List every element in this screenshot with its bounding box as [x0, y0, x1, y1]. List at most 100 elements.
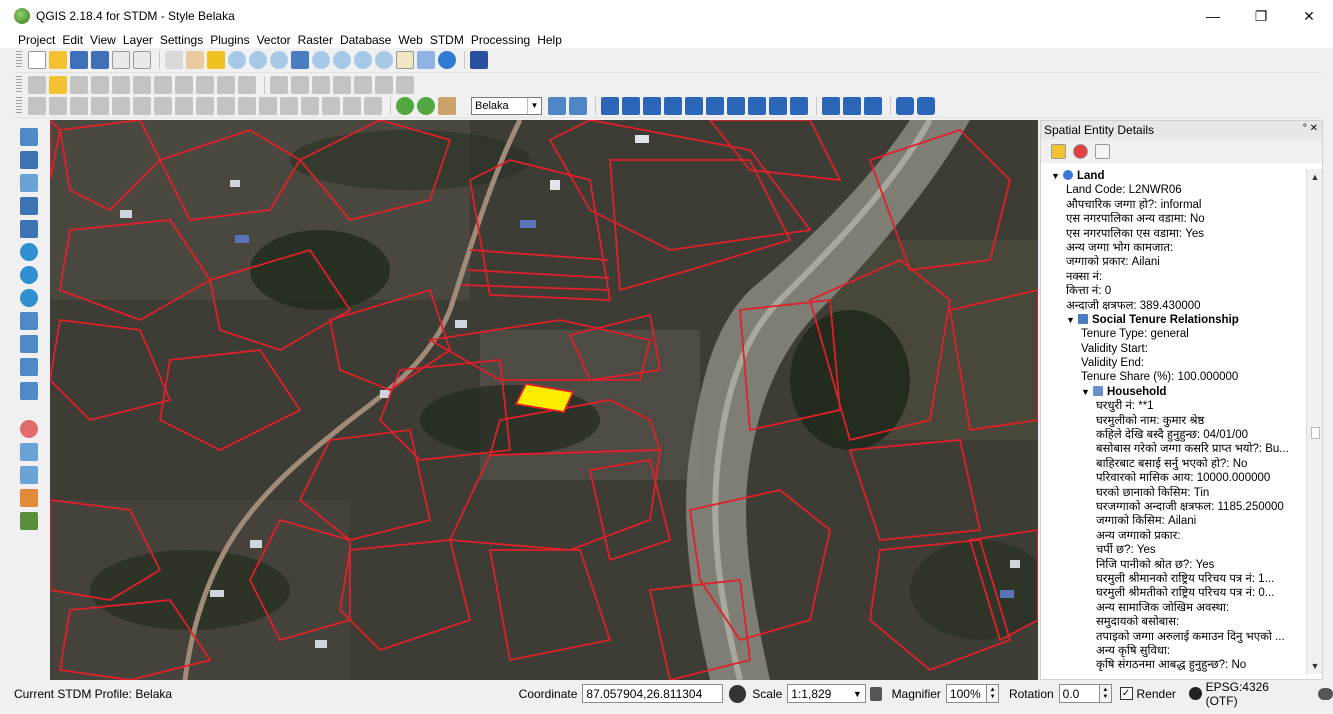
about-stdm-icon[interactable]	[917, 96, 935, 115]
menu-processing[interactable]: Processing	[471, 33, 530, 47]
menu-stdm[interactable]: STDM	[430, 33, 464, 47]
tree-attribute-row[interactable]: औपचारिक जग्गा हो?: informal	[1041, 198, 1307, 212]
maximize-button[interactable]: ❐	[1237, 0, 1285, 32]
document-generator-icon[interactable]	[769, 96, 787, 115]
configuration-wizard-icon[interactable]	[548, 96, 566, 115]
edit-pencil-icon[interactable]	[1051, 143, 1066, 159]
tree-attribute-row[interactable]: Validity Start:	[1041, 342, 1307, 356]
tree-node-household[interactable]: ▼ Household	[1041, 385, 1307, 399]
add-mssql-layer-icon[interactable]	[20, 220, 38, 238]
delete-part-icon[interactable]	[217, 96, 235, 115]
tree-attribute-row[interactable]: घरमुलीको नाम: कुमार श्रेष्ठ	[1041, 414, 1307, 428]
save-project-icon[interactable]	[70, 51, 88, 69]
tree-attribute-row[interactable]: Tenure Share (%): 100.000000	[1041, 370, 1307, 384]
menu-web[interactable]: Web	[398, 33, 422, 47]
tree-attribute-row[interactable]: Validity End:	[1041, 356, 1307, 370]
add-ring-icon[interactable]	[133, 96, 151, 115]
export-data-icon[interactable]	[727, 96, 745, 115]
globe-crs-icon[interactable]	[1188, 687, 1202, 700]
expand-arrow-icon[interactable]: ▼	[1066, 313, 1078, 327]
tree-attribute-row[interactable]: एस नगरपालिका अन्य वडामा: No	[1041, 212, 1307, 226]
tree-attribute-row[interactable]: नक्सा नं:	[1041, 270, 1307, 284]
rotate-feature-icon[interactable]	[49, 96, 67, 115]
scale-combo[interactable]: 1:1,829 ▼	[787, 684, 866, 703]
merge-attributes-icon[interactable]	[343, 96, 361, 115]
move-label-icon[interactable]	[354, 76, 372, 94]
menu-layer[interactable]: Layer	[123, 33, 153, 47]
offset-point-symbols-icon[interactable]	[291, 76, 309, 94]
tree-attribute-row[interactable]: घरको छानाको किसिम: Tin	[1041, 486, 1307, 500]
rotation-field[interactable]: 0.0	[1058, 684, 1100, 703]
redo-icon[interactable]	[91, 96, 109, 115]
add-circular-string-icon[interactable]	[112, 76, 130, 94]
add-raster-layer-icon[interactable]	[20, 151, 38, 169]
touch-zoom-icon[interactable]	[165, 51, 183, 69]
stdm-help-icon[interactable]	[896, 96, 914, 115]
new-spatialite-layer-icon[interactable]	[20, 382, 38, 400]
tree-attribute-row[interactable]: परिवारको मासिक आय: 10000.000000	[1041, 471, 1307, 485]
scroll-up-icon[interactable]: ▲	[1307, 169, 1323, 185]
zoom-out-icon[interactable]	[249, 51, 267, 69]
menu-help[interactable]: Help	[537, 33, 562, 47]
gps-crosshair-icon[interactable]	[20, 420, 38, 438]
delete-icon[interactable]	[1073, 143, 1088, 159]
menu-project[interactable]: Project	[18, 33, 55, 47]
import-data-icon[interactable]	[622, 96, 640, 115]
paste-features-icon[interactable]	[238, 76, 256, 94]
pan-hand-icon[interactable]	[186, 51, 204, 69]
tree-attribute-row[interactable]: Land Code: L2NWR06	[1041, 183, 1307, 197]
new-project-icon[interactable]	[28, 51, 46, 69]
tree-attribute-row[interactable]: जग्गाको किसिम: Ailani	[1041, 514, 1307, 528]
entity-browser-icon[interactable]	[643, 96, 661, 115]
options-icon[interactable]	[569, 96, 587, 115]
add-wcs-layer-icon[interactable]	[20, 266, 38, 284]
split-parts-icon[interactable]	[301, 96, 319, 115]
cut-features-scissors-icon[interactable]	[196, 76, 214, 94]
scroll-thumb[interactable]	[1311, 427, 1320, 439]
open-project-icon[interactable]	[49, 51, 67, 69]
new-bookmark-icon[interactable]	[396, 51, 414, 69]
zoom-last-icon[interactable]	[354, 51, 372, 69]
tree-attribute-row[interactable]: अन्य जग्गा भोग कामजात:	[1041, 241, 1307, 255]
new-str-icon[interactable]	[706, 96, 724, 115]
tree-attribute-row[interactable]: अन्य कृषि सुविधा:	[1041, 644, 1307, 658]
add-feature-icon[interactable]	[91, 76, 109, 94]
expand-arrow-icon[interactable]: ▼	[1081, 385, 1093, 399]
magnifier-spinner[interactable]: ▲ ▼	[987, 684, 999, 703]
view-document-icon[interactable]	[1095, 143, 1110, 159]
zoom-in-icon[interactable]	[228, 51, 246, 69]
delete-ring-icon[interactable]	[196, 96, 214, 115]
tree-attribute-row[interactable]: बसोबास गरेको जग्गा कसरि प्राप्त भयो?: Bu…	[1041, 442, 1307, 456]
tree-attribute-row[interactable]: एस नगरपालिका एस वडामा: Yes	[1041, 227, 1307, 241]
tree-attribute-row[interactable]: चर्पी छ?: Yes	[1041, 543, 1307, 557]
lock-scale-icon[interactable]	[869, 686, 882, 701]
composer-manager-icon[interactable]	[133, 51, 151, 69]
gps-tools-icon[interactable]	[20, 443, 38, 461]
show-bookmarks-icon[interactable]	[417, 51, 435, 69]
tree-attribute-row[interactable]: समुदायको बसोबास:	[1041, 615, 1307, 629]
user-management-icon[interactable]	[822, 96, 840, 115]
tree-attribute-row[interactable]: तपाइको जग्गा अरुलाई कमाउन दिनु भएको ...	[1041, 630, 1307, 644]
profile-combo[interactable]: Belaka ▼	[471, 96, 542, 115]
view-str-icon[interactable]	[685, 96, 703, 115]
add-delimited-text-icon[interactable]	[20, 312, 38, 330]
tree-attribute-row[interactable]: घरमुली श्रीमानको राष्ट्रिय परिचय पत्र नं…	[1041, 572, 1307, 586]
tree-attribute-row[interactable]: घरजग्गाको अन्दाजी क्षत्रफल: 1185.250000	[1041, 500, 1307, 514]
new-shapefile-layer-icon[interactable]	[20, 358, 38, 376]
add-part-icon[interactable]	[154, 96, 172, 115]
zoom-to-layer-icon[interactable]	[333, 51, 351, 69]
help-contents-icon[interactable]	[470, 51, 488, 69]
toolbar-grip[interactable]	[16, 51, 22, 69]
tree-attribute-row[interactable]: निजि पानीको श्रोत छ?: Yes	[1041, 558, 1307, 572]
new-print-composer-icon[interactable]	[112, 51, 130, 69]
add-virtual-layer-icon[interactable]	[20, 335, 38, 353]
coordinate-capture-icon[interactable]	[20, 466, 38, 484]
content-authorization-icon[interactable]	[601, 96, 619, 115]
save-as-icon[interactable]	[91, 51, 109, 69]
menu-edit[interactable]: Edit	[62, 33, 83, 47]
tree-attribute-row[interactable]: अन्य सामाजिक जोखिम अवस्था:	[1041, 601, 1307, 615]
zoom-native-icon[interactable]	[270, 51, 288, 69]
rotation-spinner[interactable]: ▲ ▼	[1099, 684, 1112, 703]
tree-attribute-row[interactable]: घरमुली श्रीमतीको राष्ट्रिय परिचय पत्र नं…	[1041, 586, 1307, 600]
toggle-editing-pencil-icon[interactable]	[49, 76, 67, 94]
